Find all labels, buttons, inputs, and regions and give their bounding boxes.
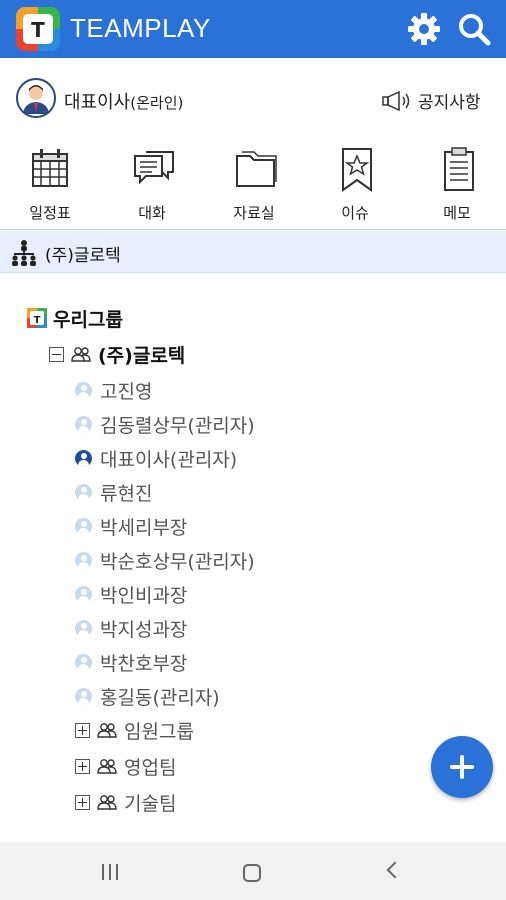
teamplay-small-icon: T	[27, 308, 47, 328]
member-item[interactable]: 박세리부장	[75, 510, 187, 542]
member-item[interactable]: 박지성과장	[75, 612, 187, 644]
group-icon	[97, 723, 117, 738]
user-name-text: 대표이사	[64, 92, 131, 113]
clipboard-icon	[444, 147, 474, 191]
menu-memo-label: 메모	[443, 204, 471, 222]
person-icon	[75, 619, 92, 637]
expand-icon[interactable]	[75, 794, 90, 810]
member-name: 류현진	[100, 482, 153, 505]
folder-icon	[236, 151, 277, 187]
menu-chat-label: 대화	[138, 204, 166, 222]
bookmark-star-icon	[342, 148, 372, 192]
org-chart-icon	[12, 240, 36, 266]
tree-company-label: (주)글로텍	[98, 344, 186, 367]
user-status-row: 대표이사(온라인) 공지사항	[0, 58, 506, 140]
person-icon	[75, 653, 92, 671]
member-item[interactable]: 김동렬상무(관리자)	[75, 408, 255, 440]
system-nav-bar	[0, 842, 506, 900]
app-header: T TEAMPLAY	[0, 0, 506, 58]
home-icon[interactable]	[243, 864, 261, 882]
person-icon	[75, 687, 92, 705]
add-button[interactable]	[431, 736, 493, 798]
subgroup-item[interactable]: 임원그룹	[75, 714, 194, 746]
expand-icon[interactable]	[75, 758, 90, 774]
group-icon	[71, 347, 91, 362]
svg-text:T: T	[31, 18, 45, 42]
subgroup-item[interactable]: 기술팀	[75, 786, 176, 818]
member-item[interactable]: 박순호상무(관리자)	[75, 544, 255, 576]
subgroup-item[interactable]: 영업팀	[75, 750, 176, 782]
tree-company-node[interactable]: (주)글로텍	[49, 338, 185, 370]
menu-memo[interactable]: 메모	[412, 140, 502, 228]
expand-icon[interactable]	[75, 722, 90, 738]
notice-label: 공지사항	[418, 93, 481, 113]
teamplay-logo-icon: T	[16, 7, 60, 51]
member-name: 박순호상무(관리자)	[100, 550, 255, 573]
organization-bar[interactable]: (주)글로텍	[0, 231, 506, 273]
person-icon	[75, 585, 92, 603]
chat-icon	[134, 151, 174, 185]
group-icon	[97, 759, 117, 774]
member-name: 박지성과장	[100, 618, 188, 641]
feature-menu: 일정표 대화 자료실 이슈 메모	[0, 140, 506, 230]
member-item[interactable]: 류현진	[75, 476, 152, 508]
person-icon	[75, 551, 92, 569]
member-name: 박찬호부장	[100, 652, 188, 675]
menu-archive[interactable]: 자료실	[209, 140, 299, 228]
gear-icon[interactable]	[406, 11, 442, 47]
menu-issue-label: 이슈	[341, 204, 369, 222]
member-item[interactable]: 박인비과장	[75, 578, 187, 610]
calendar-icon	[32, 149, 68, 187]
subgroup-name: 기술팀	[124, 792, 177, 815]
person-online-icon	[75, 449, 92, 467]
subgroup-name: 임원그룹	[124, 720, 194, 743]
member-name: 박인비과장	[100, 584, 188, 607]
member-name: 김동렬상무(관리자)	[100, 414, 255, 437]
tree-root-group[interactable]: T 우리그룹	[27, 302, 123, 334]
member-name: 박세리부장	[100, 516, 188, 539]
member-item[interactable]: 박찬호부장	[75, 646, 187, 678]
menu-archive-label: 자료실	[233, 204, 275, 222]
subgroup-name: 영업팀	[124, 756, 177, 779]
person-icon	[75, 517, 92, 535]
member-name: 홍길동(관리자)	[100, 686, 220, 709]
menu-issue[interactable]: 이슈	[310, 140, 400, 228]
organization-name: (주)글로텍	[45, 246, 121, 266]
avatar[interactable]	[16, 78, 56, 118]
user-online-status: (온라인)	[130, 94, 184, 112]
user-name: 대표이사(온라인)	[64, 88, 183, 114]
member-item[interactable]: 고진영	[75, 374, 152, 406]
member-item[interactable]: 홍길동(관리자)	[75, 680, 220, 712]
collapse-icon[interactable]	[49, 346, 64, 362]
person-icon	[75, 415, 92, 433]
person-icon	[75, 381, 92, 399]
group-icon	[97, 795, 117, 810]
svg-text:T: T	[34, 315, 41, 326]
menu-schedule-label: 일정표	[29, 204, 71, 222]
recent-apps-icon[interactable]	[101, 864, 121, 880]
megaphone-icon	[382, 90, 410, 111]
search-icon[interactable]	[456, 11, 492, 47]
member-name: 대표이사(관리자)	[100, 448, 238, 471]
person-icon	[75, 483, 92, 501]
back-icon[interactable]	[386, 861, 404, 879]
menu-chat[interactable]: 대화	[107, 140, 197, 228]
app-title: TEAMPLAY	[70, 13, 211, 43]
menu-schedule[interactable]: 일정표	[5, 140, 95, 228]
member-name: 고진영	[100, 380, 153, 403]
tree-root-label: 우리그룹	[53, 308, 123, 331]
member-item[interactable]: 대표이사(관리자)	[75, 442, 237, 474]
notice-button[interactable]: 공지사항	[382, 88, 481, 113]
